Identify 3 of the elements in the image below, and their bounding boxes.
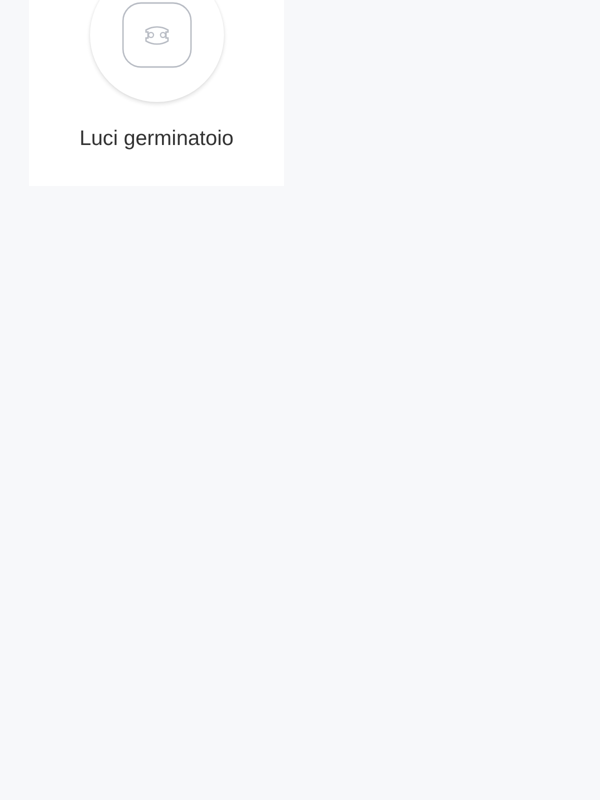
device-card[interactable]: Luci germinatoio bbox=[29, 0, 284, 186]
power-socket-icon bbox=[122, 2, 192, 68]
device-name: Luci germinatoio bbox=[79, 127, 234, 151]
